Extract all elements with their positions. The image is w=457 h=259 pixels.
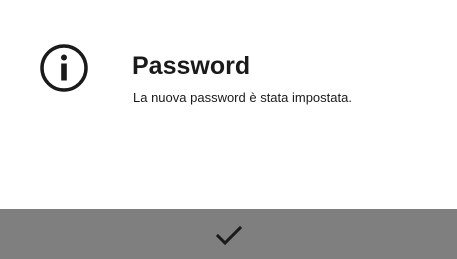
dialog-title: Password xyxy=(132,52,251,80)
info-dialog: Password La nuova password è stata impos… xyxy=(0,0,457,259)
confirm-button[interactable] xyxy=(0,209,457,259)
dialog-message: La nuova password è stata impostata. xyxy=(133,90,352,105)
checkmark-icon xyxy=(216,226,242,246)
info-icon xyxy=(39,43,89,93)
